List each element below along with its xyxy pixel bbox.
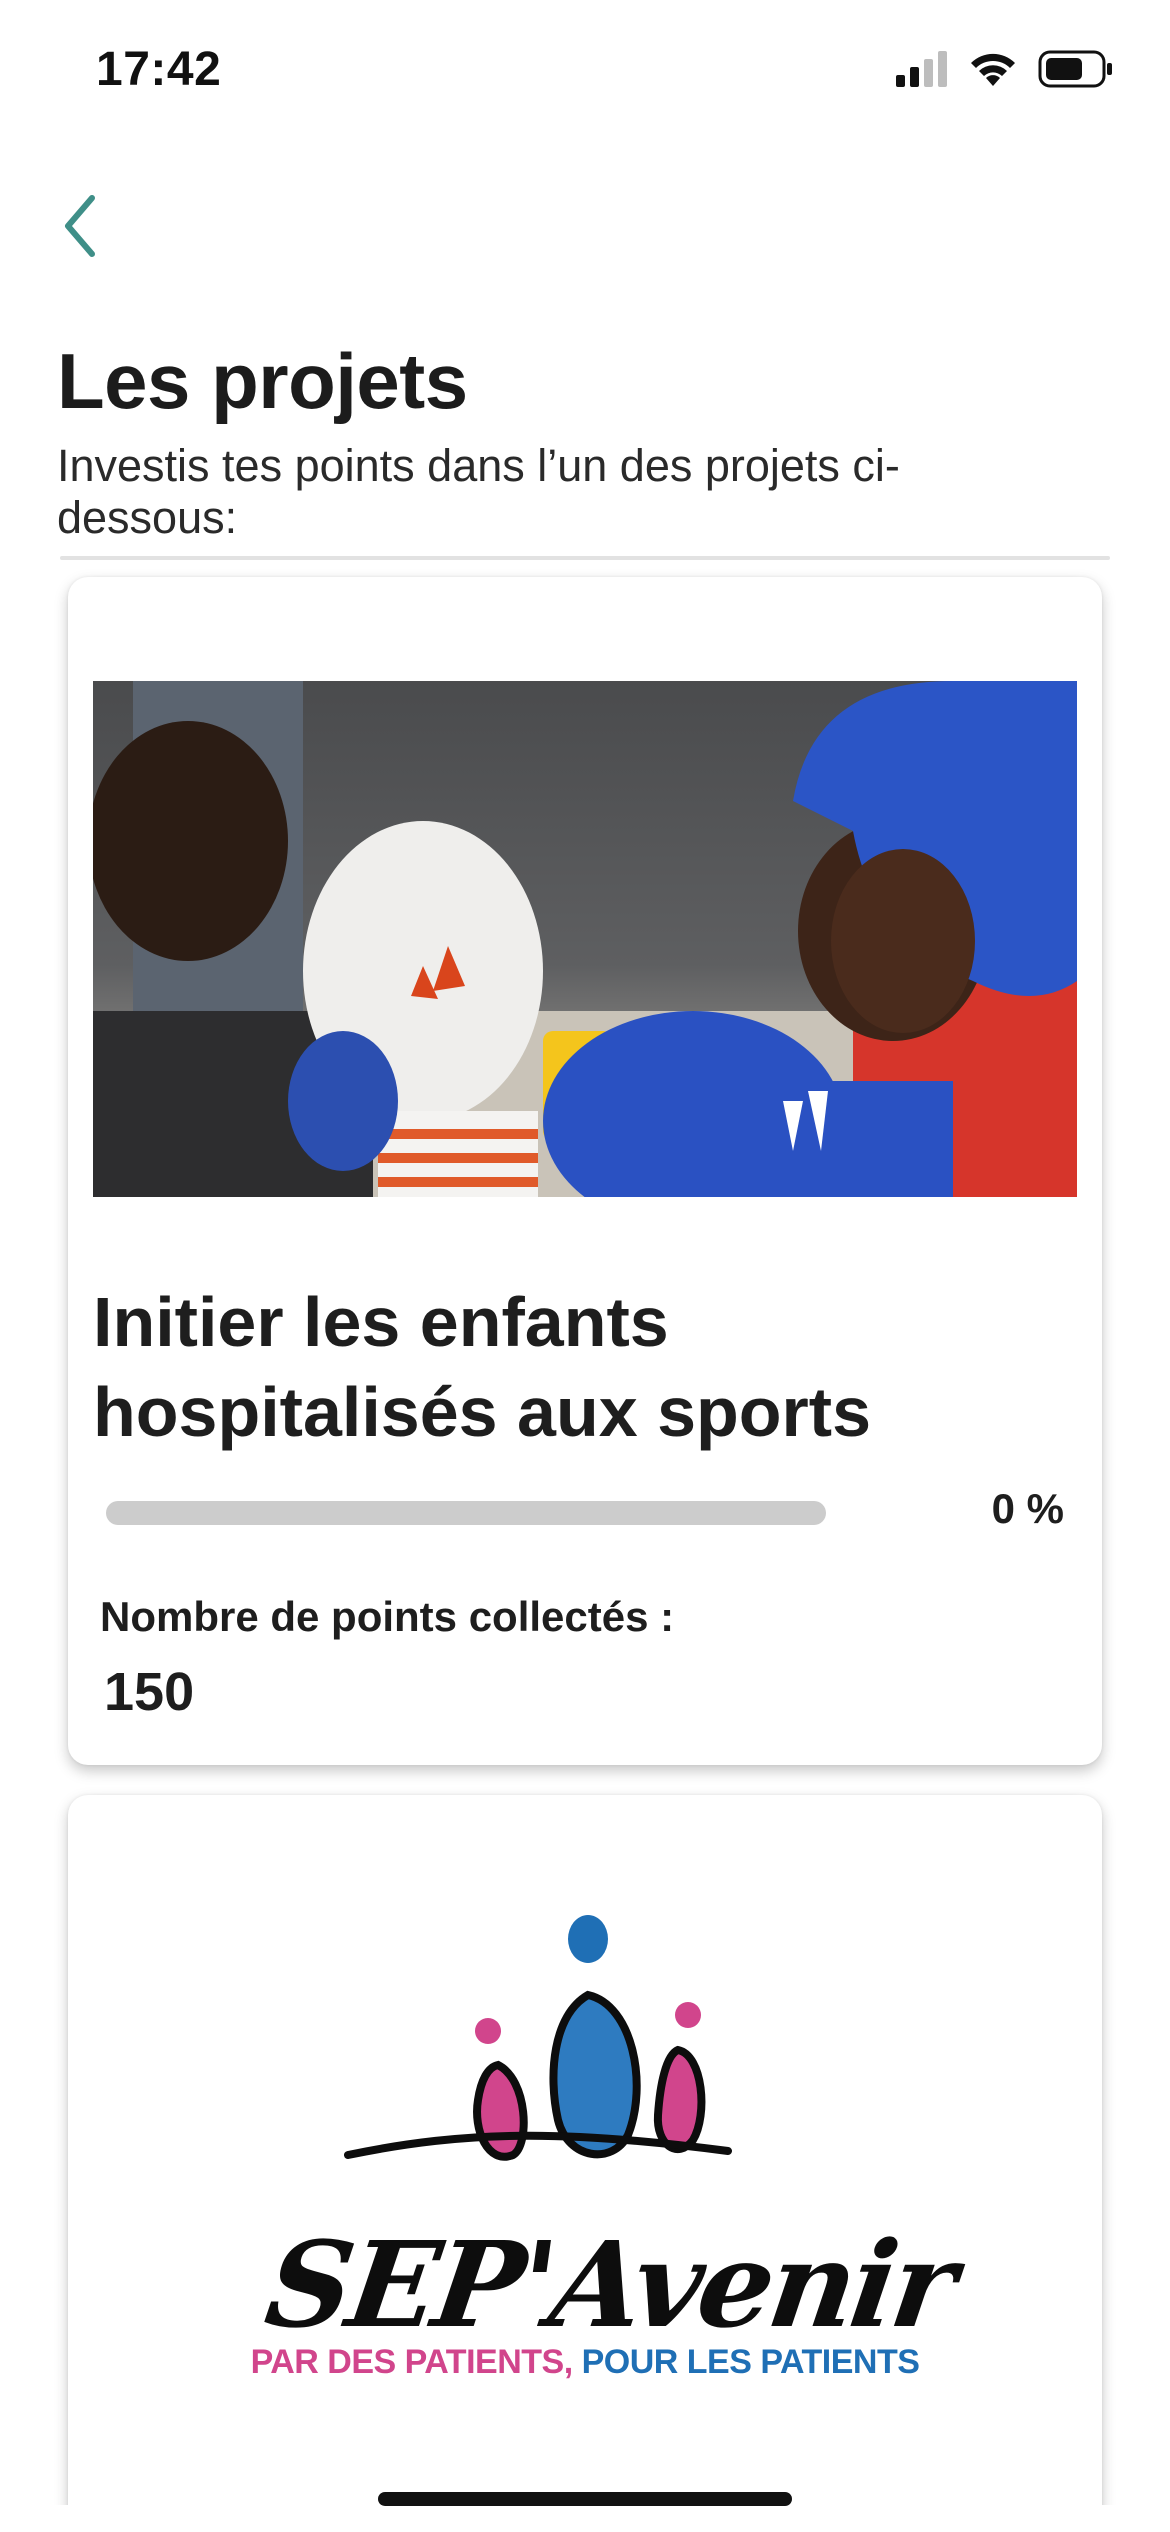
status-time: 17:42 (96, 43, 222, 96)
chevron-left-icon (65, 195, 95, 257)
status-bar: 17:42 (0, 0, 1170, 150)
home-indicator[interactable] (378, 2492, 792, 2506)
status-icons (896, 50, 1114, 88)
back-button[interactable] (40, 186, 120, 266)
points-collected-label: Nombre de points collectés : (100, 1593, 675, 1640)
project-image-boxing (93, 681, 1077, 1197)
page-title: Les projets (57, 337, 468, 425)
project-card-sep-avenir[interactable]: SEP'Avenir PAR DES PATIENTS, POUR LES PA… (68, 1795, 1102, 2532)
project-title: Initier les enfants hospitalisés aux spo… (93, 1283, 872, 1451)
boxing-photo (93, 681, 1077, 1197)
points-collected-value: 150 (104, 1662, 195, 1722)
list-top-divider (60, 556, 1110, 560)
wifi-icon (971, 53, 1015, 86)
cellular-signal-icon (896, 51, 947, 87)
bottom-safe-area (0, 2505, 1170, 2532)
sep-avenir-logo-figures (344, 1915, 732, 2161)
projects-screen: 17:42 Les projets Investis tes points da… (0, 0, 1170, 2532)
battery-icon (1038, 50, 1112, 88)
progress-bar (106, 1501, 826, 1525)
sep-avenir-logo-text: SEP'Avenir (258, 2215, 961, 2354)
page-subtitle: Investis tes points dans l’un des projet… (57, 440, 900, 543)
project-card-sports[interactable]: Initier les enfants hospitalisés aux spo… (68, 577, 1102, 1765)
progress-percent: 0 % (991, 1485, 1064, 1532)
sep-avenir-tagline: PAR DES PATIENTS, POUR LES PATIENTS (68, 2343, 1102, 2382)
tagline-part-1: PAR DES PATIENTS, (250, 2343, 574, 2381)
tagline-part-2: POUR LES PATIENTS (581, 2343, 920, 2381)
